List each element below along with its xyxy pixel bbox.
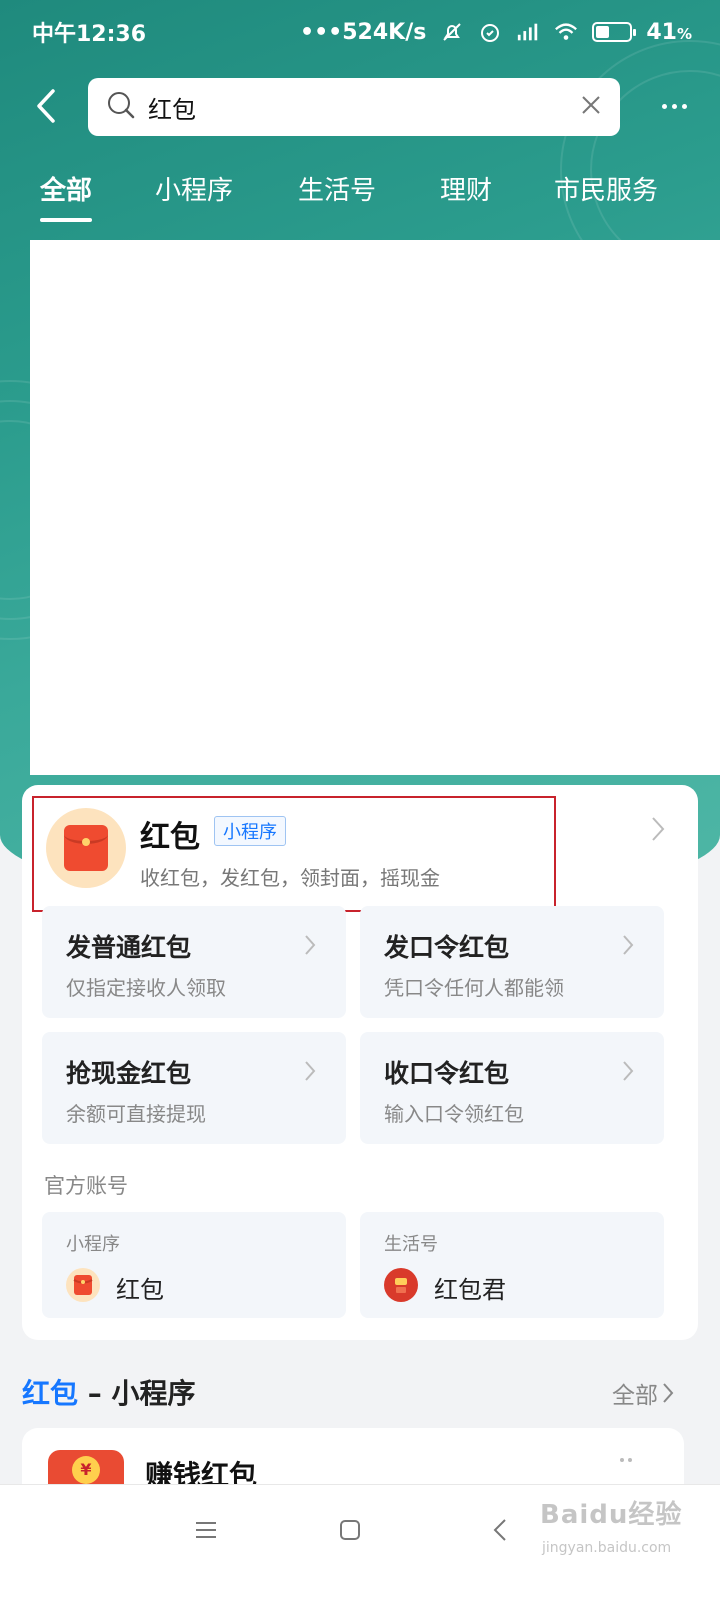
bell-muted-icon bbox=[440, 20, 464, 44]
red-packet-king-icon bbox=[384, 1268, 418, 1302]
chevron-right-icon bbox=[304, 1058, 318, 1084]
chevron-right-icon[interactable] bbox=[648, 814, 668, 844]
chevron-right-icon bbox=[304, 932, 318, 958]
service-subtitle: 仅指定接收人领取 bbox=[66, 976, 226, 1000]
see-all-label: 全部 bbox=[612, 1383, 658, 1409]
chevron-right-icon bbox=[622, 1058, 636, 1084]
account-name: 红包 bbox=[116, 1276, 164, 1304]
see-all-link[interactable]: 全部 bbox=[612, 1376, 674, 1410]
official-accounts-label: 官方账号 bbox=[44, 1174, 128, 1198]
heading-suffix: – 小程序 bbox=[78, 1377, 196, 1410]
service-title: 抢现金红包 bbox=[66, 1059, 192, 1088]
battery-percent: 41 bbox=[646, 19, 677, 45]
back-button[interactable] bbox=[28, 84, 64, 128]
home-icon[interactable] bbox=[330, 1510, 370, 1550]
alarm-icon bbox=[478, 20, 502, 44]
search-query[interactable]: 红包 bbox=[148, 90, 580, 125]
tab-citizen-services[interactable]: 市民服务 bbox=[554, 160, 658, 220]
watermark-url: jingyan.baidu.com bbox=[542, 1540, 672, 1556]
service-grab-cash-packet[interactable]: 抢现金红包 余额可直接提现 bbox=[42, 1032, 346, 1144]
official-account-mini-program[interactable]: 小程序 红包 bbox=[42, 1212, 346, 1318]
tab-all[interactable]: 全部 bbox=[40, 160, 93, 222]
more-dot-icon bbox=[661, 103, 667, 109]
search-input[interactable]: 红包 bbox=[88, 78, 620, 136]
service-send-password-packet[interactable]: 发口令红包 凭口令任何人都能领 bbox=[360, 906, 664, 1018]
status-time: 中午12:36 bbox=[32, 22, 147, 47]
tab-finance[interactable]: 理财 bbox=[440, 160, 492, 220]
service-receive-password-packet[interactable]: 收口令红包 输入口令领红包 bbox=[360, 1032, 664, 1144]
heading-keyword: 红包 bbox=[22, 1377, 79, 1410]
highlight-annotation bbox=[32, 796, 556, 912]
mini-program-section-heading: 红包 – 小程序 bbox=[22, 1372, 196, 1412]
service-title: 发口令红包 bbox=[384, 933, 510, 962]
service-send-normal-packet[interactable]: 发普通红包 仅指定接收人领取 bbox=[42, 906, 346, 1018]
more-options-icon[interactable] bbox=[620, 1458, 632, 1462]
back-nav-icon[interactable] bbox=[480, 1510, 520, 1550]
clear-icon[interactable] bbox=[580, 94, 602, 120]
category-tabs: 全部 小程序 生活号 理财 市民服务 bbox=[0, 160, 720, 230]
search-icon bbox=[106, 90, 136, 124]
battery-unit: % bbox=[676, 24, 692, 43]
tab-mini-programs[interactable]: 小程序 bbox=[155, 160, 233, 220]
watermark-logo: Baidu经验 bbox=[540, 1500, 683, 1530]
more-options-button[interactable] bbox=[656, 92, 692, 120]
status-bar: 中午12:36 •••524K/s 41% bbox=[0, 0, 720, 64]
service-subtitle: 输入口令领红包 bbox=[384, 1102, 524, 1126]
account-type: 小程序 bbox=[66, 1234, 120, 1255]
menu-icon[interactable] bbox=[186, 1510, 226, 1550]
account-type: 生活号 bbox=[384, 1234, 438, 1255]
banner-area[interactable] bbox=[30, 240, 720, 775]
official-account-life[interactable]: 生活号 红包君 bbox=[360, 1212, 664, 1318]
hd-signal-icon bbox=[516, 20, 540, 44]
network-speed: •••524K/s bbox=[300, 19, 427, 45]
service-title: 发普通红包 bbox=[66, 933, 192, 962]
back-arrow-icon bbox=[37, 89, 55, 123]
service-title: 收口令红包 bbox=[384, 1059, 510, 1088]
chevron-right-icon bbox=[622, 932, 636, 958]
account-name: 红包君 bbox=[434, 1276, 506, 1304]
service-subtitle: 余额可直接提现 bbox=[66, 1102, 206, 1126]
tab-life-accounts[interactable]: 生活号 bbox=[298, 160, 376, 220]
battery-icon bbox=[592, 22, 637, 42]
chevron-right-icon bbox=[663, 1383, 674, 1403]
red-envelope-icon bbox=[66, 1268, 100, 1302]
service-subtitle: 凭口令任何人都能领 bbox=[384, 976, 564, 1000]
wifi-icon bbox=[554, 20, 578, 44]
